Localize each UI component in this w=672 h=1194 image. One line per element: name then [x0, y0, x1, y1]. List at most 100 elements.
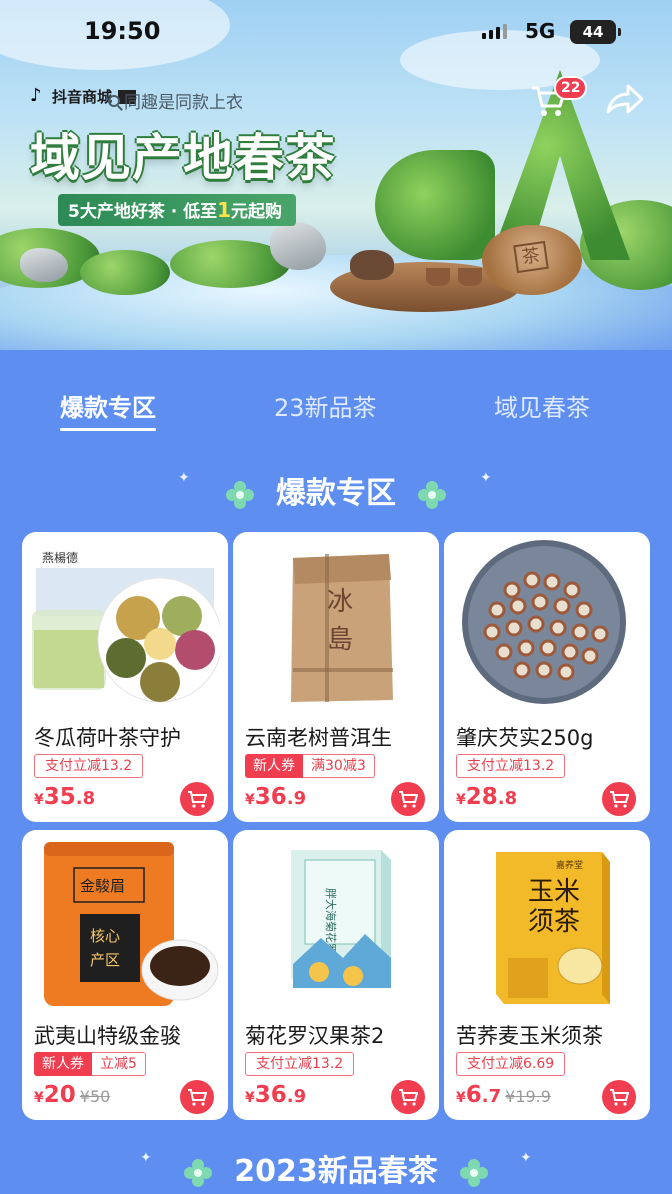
product-name: 冬瓜荷叶茶守护 — [34, 726, 181, 750]
product-card[interactable]: 金駿眉 核心 产区 武夷山特级金骏 新人券 立减5 ¥20 ¥50 — [22, 830, 228, 1120]
price-decimal: .8 — [75, 788, 96, 809]
signal-icon — [482, 24, 507, 39]
cart-icon — [610, 791, 629, 808]
add-to-cart-button[interactable] — [180, 1080, 214, 1114]
currency-symbol: ¥ — [245, 792, 255, 808]
flower-icon — [184, 1158, 213, 1187]
product-image-puer-tea: 冰 島 — [291, 554, 393, 702]
product-card[interactable]: 冰 島 云南老树普洱生 新人券 满30减3 ¥36.9 — [233, 532, 439, 822]
share-button[interactable] — [604, 82, 644, 118]
add-to-cart-button[interactable] — [391, 782, 425, 816]
promo-tags: 支付立减6.69 — [456, 1052, 566, 1076]
hero-subtitle-pre: 5大产地好茶 · 低至 — [68, 202, 218, 222]
tab-hot[interactable]: 爆款专区 — [60, 388, 156, 431]
price: ¥20 ¥50 — [34, 1082, 110, 1108]
hero-teacake: 茶 — [482, 225, 582, 295]
product-name: 武夷山特级金骏 — [34, 1024, 181, 1048]
add-to-cart-button[interactable] — [602, 782, 636, 816]
status-time: 19:50 — [84, 17, 161, 45]
promo-tag: 支付立减13.2 — [245, 1052, 355, 1076]
add-to-cart-button[interactable] — [391, 1080, 425, 1114]
product-image-buckwheat-corn-silk-tea: 嘉养堂 玉米 须茶 — [496, 852, 610, 1004]
promo-tag: 立减5 — [92, 1052, 146, 1076]
hero-title: 域见产地春茶 — [30, 129, 336, 187]
product-card[interactable]: 肇庆芡实250g 支付立减13.2 ¥28.8 — [444, 532, 650, 822]
cart-icon — [399, 791, 418, 808]
battery-icon: 44 — [570, 20, 621, 44]
price: ¥6.7 ¥19.9 — [456, 1082, 551, 1108]
cart-icon — [188, 1089, 207, 1106]
product-image-winter-melon-tea: 燕楊德 — [32, 546, 220, 703]
original-price: ¥19.9 — [505, 1087, 551, 1106]
promo-tag: 支付立减6.69 — [456, 1052, 566, 1076]
promo-tags: 新人券 立减5 — [34, 1052, 146, 1076]
product-card[interactable]: 燕楊德 冬瓜荷叶茶守护 支付立减13.2 ¥35.8 — [22, 532, 228, 822]
product-image-jinjunmei-tea: 金駿眉 核心 产区 — [44, 842, 219, 1006]
product-name: 苦荞麦玉米须茶 — [456, 1024, 603, 1048]
teacake-char: 茶 — [513, 240, 549, 274]
network-type: 5G — [525, 19, 556, 43]
product-image-gorgon-seeds — [462, 540, 626, 704]
hero-bush — [80, 250, 170, 295]
tea4-label2: 产区 — [90, 951, 120, 969]
brand-name: 抖音商城 — [52, 88, 113, 106]
product-name: 肇庆芡实250g — [456, 726, 594, 750]
price-integer: 36 — [254, 784, 287, 810]
product-image-chrysanthemum-luohanguo-tea: 胖大海菊花罗汉果茶 — [291, 850, 391, 988]
promo-tags: 支付立减13.2 — [34, 754, 144, 778]
price-integer: 36 — [254, 1082, 287, 1108]
product-name: 云南老树普洱生 — [245, 726, 392, 750]
currency-symbol: ¥ — [456, 1090, 466, 1106]
hero-subtitle-highlight: 1 — [217, 198, 232, 222]
currency-symbol: ¥ — [456, 792, 466, 808]
share-icon — [606, 84, 644, 114]
promo-tags: 支付立减13.2 — [245, 1052, 355, 1076]
tab-new-tea[interactable]: 23新品茶 — [274, 388, 377, 423]
promo-tags: 新人券 满30减3 — [245, 754, 375, 778]
promo-tag: 支付立减13.2 — [34, 754, 144, 778]
douyin-logo-icon — [30, 85, 46, 106]
price: ¥35.8 — [34, 784, 95, 810]
product-card[interactable]: 胖大海菊花罗汉果茶 菊花罗汉果茶2 支付立减13.2 ¥36.9 — [233, 830, 439, 1120]
hero-teacup — [426, 268, 450, 286]
product-name: 菊花罗汉果茶2 — [245, 1024, 385, 1048]
hero-rock — [270, 222, 326, 270]
cart-icon — [610, 1089, 629, 1106]
search-hint-text: 同趣是同款上衣 — [124, 93, 243, 113]
new-user-coupon-tag: 新人券 — [245, 754, 303, 778]
hero-teacup — [458, 268, 482, 286]
cart-count-badge: 22 — [554, 76, 588, 100]
section-title-text: 爆款专区 — [276, 476, 396, 511]
price-integer: 20 — [43, 1082, 76, 1108]
category-tabs: 爆款专区 23新品茶 域见春茶 — [0, 388, 672, 438]
hero-subtitle: 5大产地好茶 · 低至1元起购 — [58, 194, 297, 226]
new-user-coupon-tag: 新人券 — [34, 1052, 92, 1076]
price-decimal: .7 — [481, 1086, 502, 1107]
hero-teapot — [350, 250, 394, 280]
tea1-brand-text: 燕楊德 — [42, 550, 78, 565]
price-integer: 28 — [465, 784, 498, 810]
search-icon — [108, 94, 120, 107]
currency-symbol: ¥ — [34, 792, 44, 808]
flower-icon — [418, 480, 446, 509]
section-title-hot: 爆款专区 — [0, 468, 672, 512]
price-integer: 6 — [465, 1082, 482, 1108]
currency-symbol: ¥ — [34, 1090, 44, 1106]
currency-symbol: ¥ — [245, 1090, 255, 1106]
price: ¥36.9 — [245, 1082, 306, 1108]
search-hint[interactable]: 同趣是同款上衣 — [108, 88, 243, 113]
promo-tag: 支付立减13.2 — [456, 754, 566, 778]
price-decimal: .9 — [286, 788, 307, 809]
add-to-cart-button[interactable] — [602, 1080, 636, 1114]
tab-spring-tea[interactable]: 域见春茶 — [494, 388, 590, 423]
hero-subtitle-post: 元起购 — [231, 202, 283, 222]
tea6-title1: 玉米 — [528, 877, 580, 907]
flower-icon — [459, 1158, 488, 1187]
promo-tag: 满30减3 — [303, 754, 375, 778]
price-integer: 35 — [43, 784, 76, 810]
price: ¥36.9 — [245, 784, 306, 810]
product-card[interactable]: 嘉养堂 玉米 须茶 苦荞麦玉米须茶 支付立减6.69 ¥6.7 ¥19.9 — [444, 830, 650, 1120]
price: ¥28.8 — [456, 784, 517, 810]
add-to-cart-button[interactable] — [180, 782, 214, 816]
original-price: ¥50 — [79, 1087, 111, 1106]
